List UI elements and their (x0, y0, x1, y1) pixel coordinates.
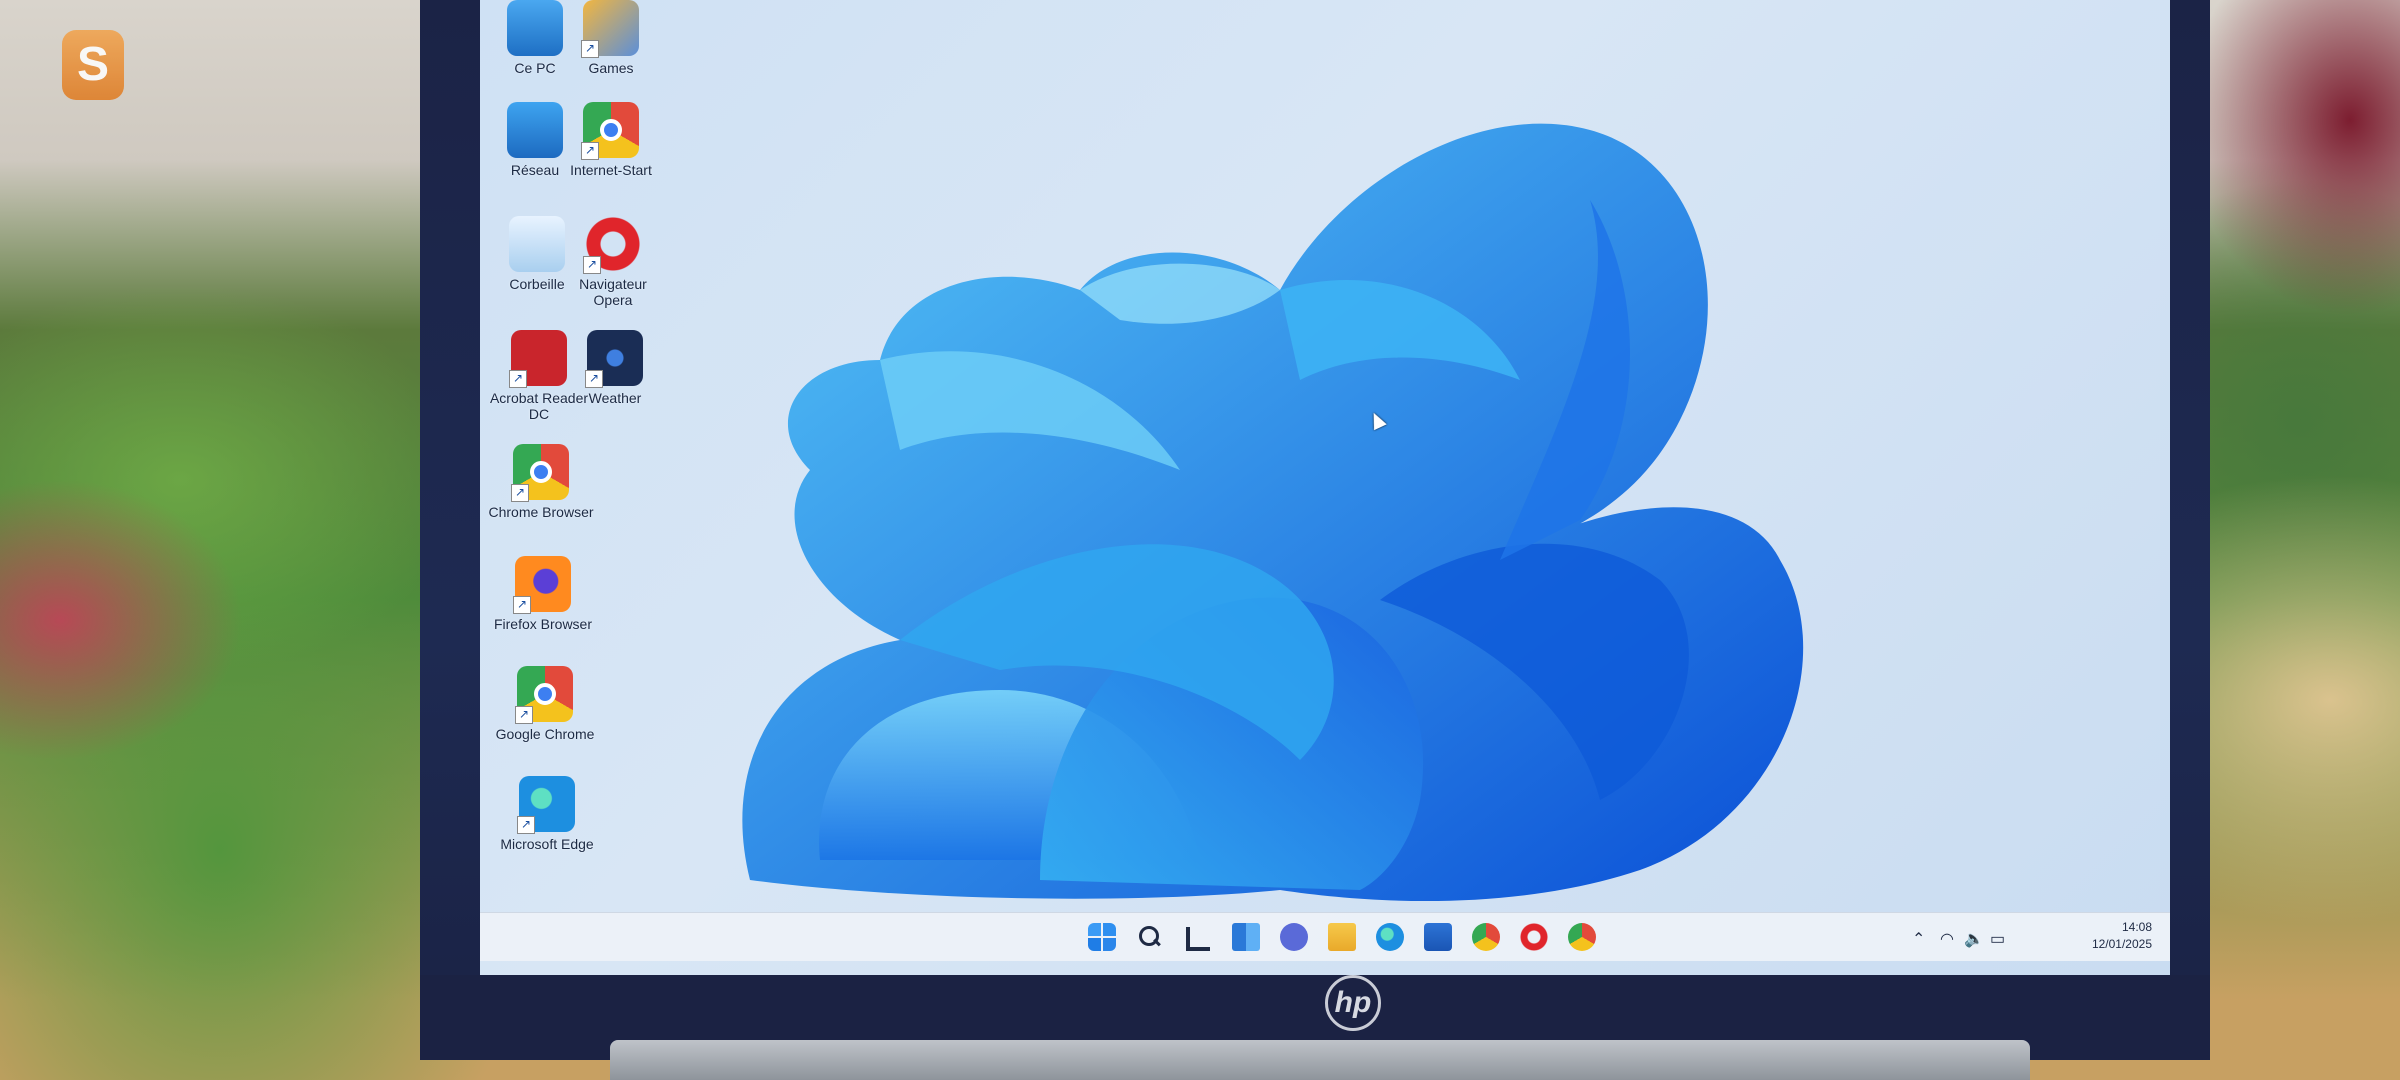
network-icon (507, 102, 563, 158)
file-explorer-icon[interactable] (1328, 923, 1356, 951)
shortcut-arrow-icon: ↗ (511, 484, 529, 502)
shortcut-arrow-icon: ↗ (581, 142, 599, 160)
chrome-icon[interactable] (1472, 923, 1500, 951)
desktop-icon-google-chrome[interactable]: ↗ Google Chrome (490, 666, 600, 742)
chevron-up-icon[interactable]: ⌃ (1912, 929, 1925, 949)
desktop-icon-label: Microsoft Edge (500, 836, 594, 852)
hp-logo: hp (1325, 975, 1381, 1031)
desktop-icon-firefox[interactable]: ↗ Firefox Browser (488, 556, 598, 632)
system-tray[interactable]: ⌃ ◠ 🔈 ▭ 14:08 12/01/2025 (1912, 917, 2152, 957)
shortcut-arrow-icon: ↗ (517, 816, 535, 834)
opera-icon[interactable] (1520, 923, 1548, 951)
desktop-screen: Ce PC ↗ Games Réseau ↗ Internet-Start Co… (480, 0, 2170, 975)
shortcut-arrow-icon: ↗ (509, 370, 527, 388)
edge-icon[interactable] (1376, 923, 1404, 951)
chrome-variant-icon: ↗ (511, 444, 569, 502)
chat-icon[interactable] (1280, 923, 1308, 951)
desktop-icon-label: Firefox Browser (493, 616, 593, 632)
desktop-icon-label: Games (588, 60, 634, 76)
chrome-variant-icon: ↗ (581, 102, 639, 160)
desktop-icon-label: Weather (588, 390, 642, 406)
firefox-icon: ↗ (513, 556, 571, 614)
shortcut-arrow-icon: ↗ (581, 40, 599, 58)
search-icon[interactable] (1135, 923, 1163, 951)
task-view-icon[interactable] (1186, 927, 1210, 951)
clock-date: 12/01/2025 (2091, 937, 2152, 951)
watermark-logo (40, 20, 150, 140)
taskbar: ⌃ ◠ 🔈 ▭ 14:08 12/01/2025 (480, 912, 2170, 961)
shortcut-arrow-icon: ↗ (515, 706, 533, 724)
desktop-icon-internet-start[interactable]: ↗ Internet-Start (556, 102, 666, 178)
desktop-icon-label: Google Chrome (495, 726, 595, 742)
computer-icon (507, 0, 563, 56)
desktop-icon-label: Navigateur Opera (579, 276, 647, 308)
wifi-icon[interactable]: ◠ (1940, 929, 1954, 949)
desktop-icon-weather[interactable]: ↗ Weather (560, 330, 670, 406)
desktop-icon-label: Chrome Browser (488, 504, 594, 520)
clock[interactable]: 14:08 12/01/2025 (2072, 919, 2152, 953)
start-icon[interactable] (1088, 923, 1116, 951)
games-icon: ↗ (581, 0, 639, 58)
weather-icon: ↗ (585, 330, 643, 388)
desktop-icon-edge[interactable]: ↗ Microsoft Edge (492, 776, 602, 852)
shortcut-arrow-icon: ↗ (513, 596, 531, 614)
chrome-variant-icon[interactable] (1568, 923, 1596, 951)
laptop-hinge (610, 1040, 2030, 1080)
acrobat-icon: ↗ (509, 330, 567, 388)
desktop-icon-chrome-browser[interactable]: ↗ Chrome Browser (486, 444, 596, 520)
desktop-icon-games[interactable]: ↗ Games (556, 0, 666, 76)
wallpaper-bloom (742, 123, 1804, 902)
clock-time: 14:08 (2121, 920, 2152, 934)
store-icon[interactable] (1424, 923, 1452, 951)
edge-icon: ↗ (517, 776, 575, 834)
opera-icon: ↗ (583, 216, 641, 274)
widgets-icon[interactable] (1232, 923, 1260, 951)
recycle-bin-icon (509, 216, 565, 272)
shortcut-arrow-icon: ↗ (583, 256, 601, 274)
desktop-icon-label: Internet-Start (570, 162, 652, 178)
chrome-icon: ↗ (515, 666, 573, 724)
volume-icon[interactable]: 🔈 (1964, 929, 1984, 949)
desktop-icon-opera[interactable]: ↗ Navigateur Opera (558, 216, 668, 308)
laptop: Ce PC ↗ Games Réseau ↗ Internet-Start Co… (420, 0, 2210, 1080)
battery-icon[interactable]: ▭ (1990, 929, 2005, 949)
shortcut-arrow-icon: ↗ (585, 370, 603, 388)
